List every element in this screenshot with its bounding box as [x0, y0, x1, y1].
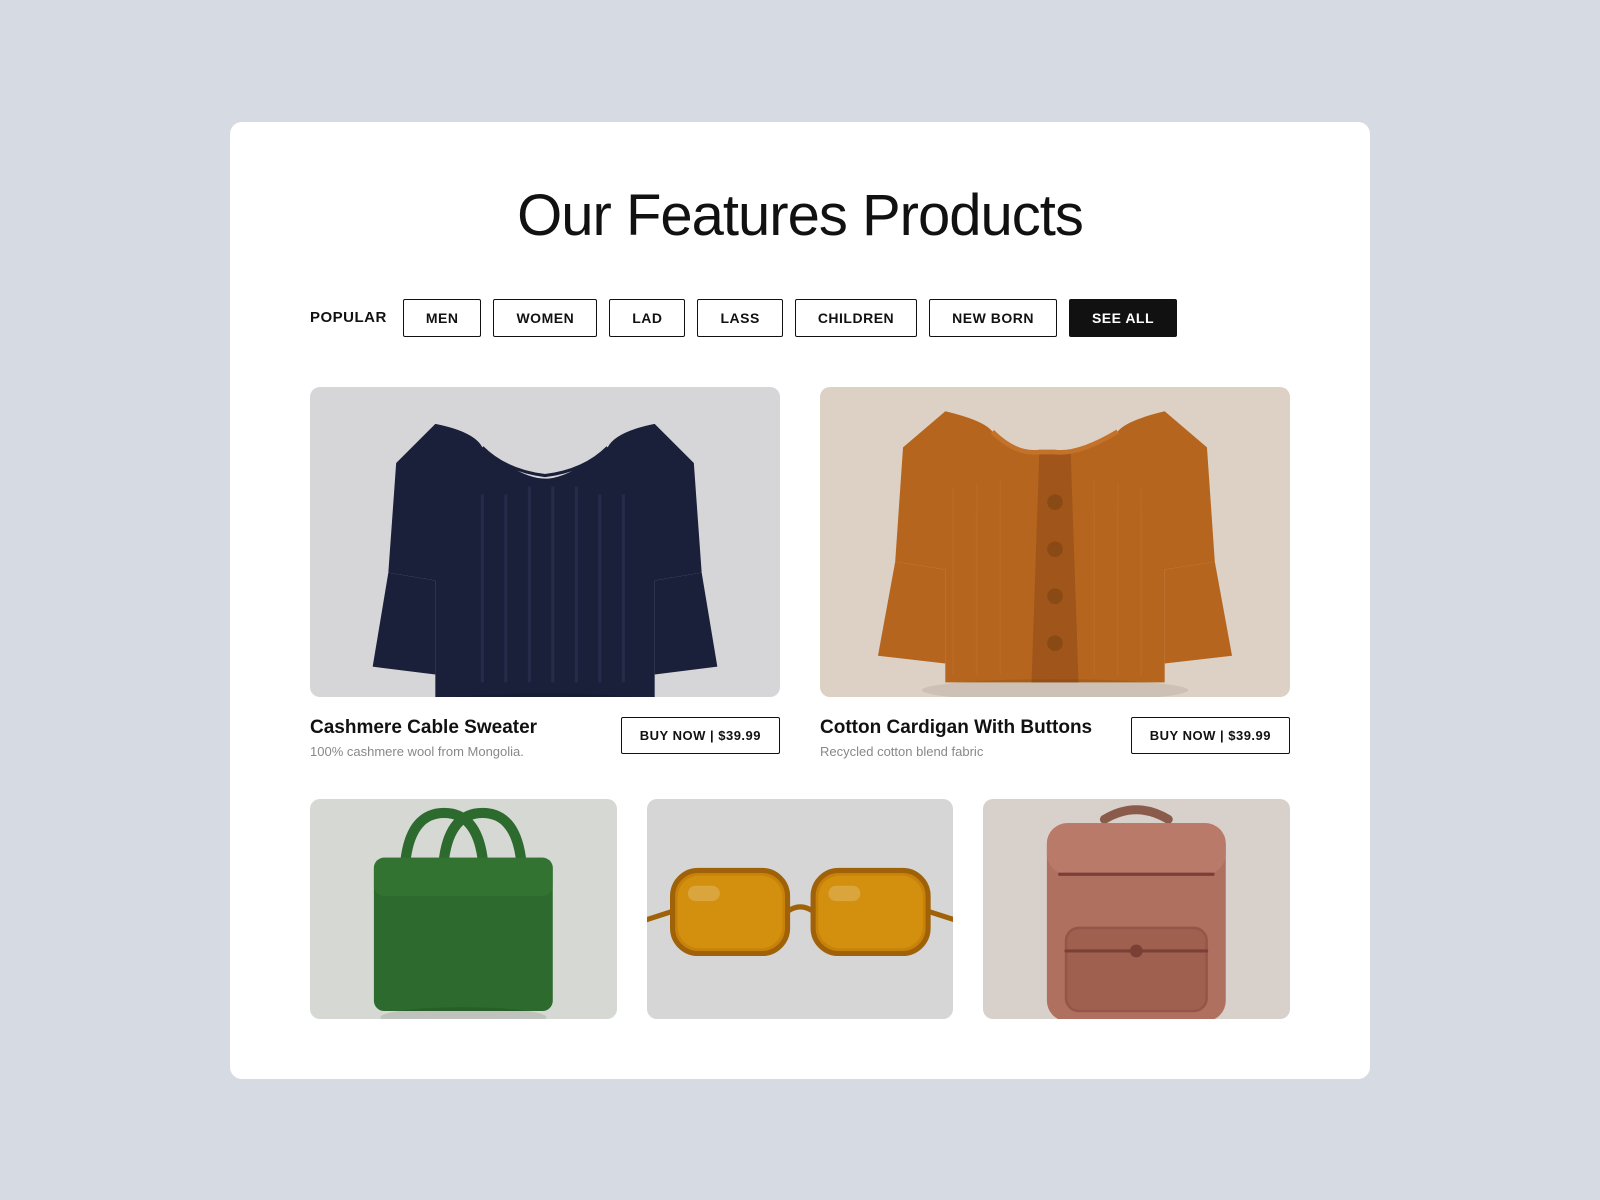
- product-info-cardigan: Cotton Cardigan With Buttons Recycled co…: [820, 717, 1290, 759]
- backpack-svg: [983, 799, 1290, 1019]
- filter-btn-lass[interactable]: LASS: [697, 299, 782, 337]
- sweater-navy-svg: [310, 387, 780, 697]
- product-card-backpack: [983, 799, 1290, 1039]
- product-name-sweater: Cashmere Cable Sweater: [310, 717, 609, 739]
- filter-btn-newborn[interactable]: NEW BORN: [929, 299, 1057, 337]
- filter-btn-children[interactable]: CHILDREN: [795, 299, 917, 337]
- product-name-cardigan: Cotton Cardigan With Buttons: [820, 717, 1119, 739]
- product-image-cardigan: [820, 387, 1290, 697]
- product-image-bag: [310, 799, 617, 1019]
- product-text-sweater: Cashmere Cable Sweater 100% cashmere woo…: [310, 717, 609, 759]
- product-card-sweater: Cashmere Cable Sweater 100% cashmere woo…: [310, 387, 780, 759]
- page-container: Our Features Products POPULAR MEN WOMEN …: [230, 122, 1370, 1079]
- filter-btn-seeall[interactable]: SEE ALL: [1069, 299, 1177, 337]
- product-desc-sweater: 100% cashmere wool from Mongolia.: [310, 744, 609, 759]
- products-grid-top: Cashmere Cable Sweater 100% cashmere woo…: [310, 387, 1290, 759]
- filter-btn-women[interactable]: WOMEN: [493, 299, 597, 337]
- filter-bar: POPULAR MEN WOMEN LAD LASS CHILDREN NEW …: [310, 299, 1290, 337]
- sunglasses-svg: [647, 799, 954, 1019]
- buy-btn-sweater[interactable]: BUY NOW | $39.99: [621, 717, 780, 754]
- product-card-bag: [310, 799, 617, 1039]
- bag-green-svg: [310, 799, 617, 1019]
- products-grid-bottom: [310, 799, 1290, 1039]
- buy-btn-cardigan[interactable]: BUY NOW | $39.99: [1131, 717, 1290, 754]
- product-card-cardigan: Cotton Cardigan With Buttons Recycled co…: [820, 387, 1290, 759]
- page-title: Our Features Products: [310, 182, 1290, 249]
- filter-btn-men[interactable]: MEN: [403, 299, 482, 337]
- filter-btn-lad[interactable]: LAD: [609, 299, 685, 337]
- product-image-sweater: [310, 387, 780, 697]
- filter-popular-label: POPULAR: [310, 309, 387, 326]
- product-info-sweater: Cashmere Cable Sweater 100% cashmere woo…: [310, 717, 780, 759]
- product-desc-cardigan: Recycled cotton blend fabric: [820, 744, 1119, 759]
- product-image-sunglasses: [647, 799, 954, 1019]
- product-text-cardigan: Cotton Cardigan With Buttons Recycled co…: [820, 717, 1119, 759]
- cardigan-brown-svg: [820, 387, 1290, 697]
- product-image-backpack: [983, 799, 1290, 1019]
- product-card-sunglasses: [647, 799, 954, 1039]
